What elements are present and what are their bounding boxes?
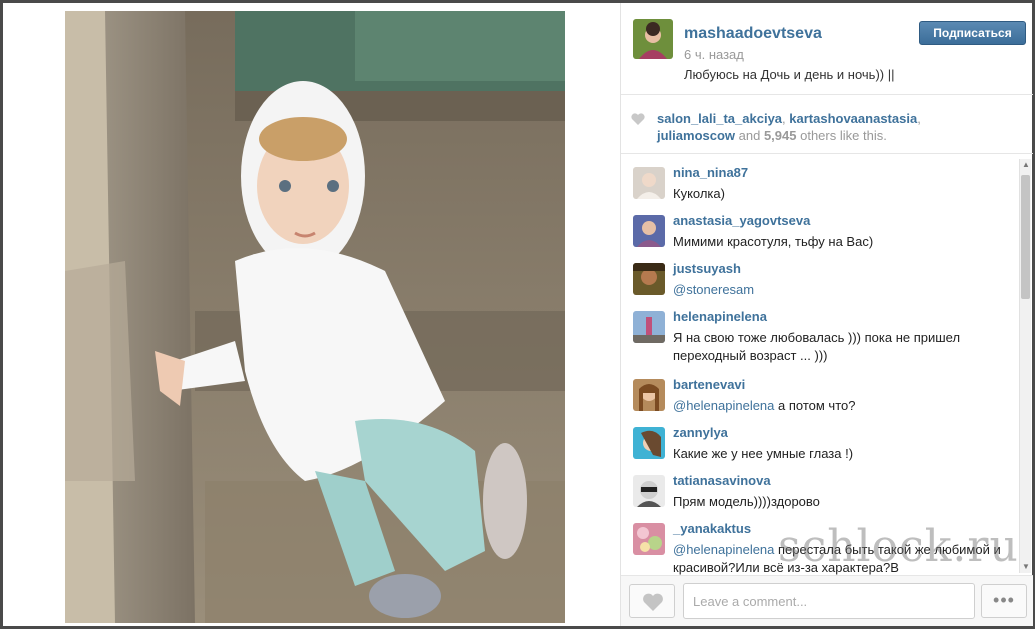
comment-text: Какие же у нее умные глаза !) xyxy=(673,446,854,461)
owner-avatar[interactable] xyxy=(633,19,673,59)
scroll-up-arrow-icon[interactable]: ▲ xyxy=(1020,159,1032,171)
follow-button[interactable]: Подписаться xyxy=(919,21,1026,45)
commenter-username[interactable]: _yanakaktus xyxy=(673,521,751,536)
scrollbar-thumb[interactable] xyxy=(1021,175,1030,299)
comment-text: Мимими красотуля, тьфу на Вас) xyxy=(673,234,874,249)
likes-count[interactable]: 5,945 xyxy=(764,128,797,143)
commenter-username[interactable]: anastasia_yagovtseva xyxy=(673,213,810,228)
photo-pane xyxy=(3,3,618,626)
commenter-avatar[interactable] xyxy=(633,379,665,411)
likes-text: salon_lali_ta_akciya, kartashovaanastasi… xyxy=(657,111,921,143)
commenter-username[interactable]: tatianasavinova xyxy=(673,473,771,488)
commenter-avatar[interactable] xyxy=(633,167,665,199)
post-photo[interactable] xyxy=(65,11,565,623)
post-caption: Любуюсь на Дочь и день и ночь)) || xyxy=(684,67,895,82)
liker-link[interactable]: juliamoscow xyxy=(657,128,735,143)
liker-link[interactable]: kartashovaanastasia xyxy=(789,111,917,126)
commenter-avatar[interactable] xyxy=(633,263,665,295)
commenter-username[interactable]: justsuyash xyxy=(673,261,741,276)
heart-icon xyxy=(643,593,663,611)
more-options-button[interactable]: ••• xyxy=(981,584,1027,618)
comments-list: nina_nina87 Куколка) anastasia_yagovtsev… xyxy=(621,155,1019,575)
commenter-username[interactable]: bartenevavi xyxy=(673,377,745,392)
comment-bar: ••• xyxy=(621,575,1033,626)
instagram-post-window: mashaadoevtseva 6 ч. назад Любуюсь на До… xyxy=(0,0,1035,629)
post-timestamp[interactable]: 6 ч. назад xyxy=(684,47,744,62)
commenter-avatar[interactable] xyxy=(633,427,665,459)
comment-text: Прям модель))))здорово xyxy=(673,494,820,509)
commenter-username[interactable]: helenapinelena xyxy=(673,309,767,324)
comment-text: Куколка) xyxy=(673,186,725,201)
watermark: schlock.ru xyxy=(778,521,1019,572)
comment-text: @helenapinelena а потом что? xyxy=(673,398,856,413)
commenter-username[interactable]: nina_nina87 xyxy=(673,165,748,180)
heart-icon xyxy=(631,113,645,125)
likes-section: salon_lali_ta_akciya, kartashovaanastasi… xyxy=(621,96,1033,154)
owner-username[interactable]: mashaadoevtseva xyxy=(684,25,822,43)
post-header: mashaadoevtseva 6 ч. назад Любуюсь на До… xyxy=(621,3,1033,95)
commenter-username[interactable]: zannylya xyxy=(673,425,728,440)
comment-text: @stoneresam xyxy=(673,282,755,297)
commenter-avatar[interactable] xyxy=(633,475,665,507)
comments-scrollbar[interactable]: ▲ ▼ xyxy=(1019,159,1031,573)
comment-input[interactable] xyxy=(683,583,975,619)
commenter-avatar[interactable] xyxy=(633,215,665,247)
scroll-down-arrow-icon[interactable]: ▼ xyxy=(1020,561,1032,573)
comment-text: Я на свою тоже любовалась ))) пока не пр… xyxy=(673,330,961,363)
liker-link[interactable]: salon_lali_ta_akciya xyxy=(657,111,782,126)
commenter-avatar[interactable] xyxy=(633,311,665,343)
like-button[interactable] xyxy=(629,584,675,618)
commenter-avatar[interactable] xyxy=(633,523,665,555)
